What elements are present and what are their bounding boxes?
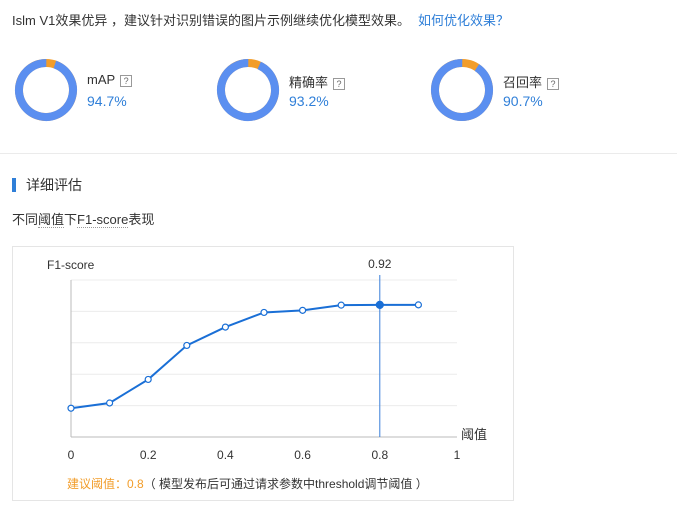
divider xyxy=(0,153,677,154)
x-tick-label: 1 xyxy=(454,448,461,462)
metric-precision-name: 精确率? xyxy=(289,72,346,91)
ring-value-arc xyxy=(431,58,493,121)
f1-line-chart[interactable]: F1-score 阈值 0 0.2 0.4 0.6 0.8 1 0.92 xyxy=(13,247,513,500)
map-ring-chart xyxy=(14,59,77,121)
f1-data-point xyxy=(67,404,75,412)
f1-data-point xyxy=(337,301,345,309)
suggested-threshold-value: 建议阈值：0.8 xyxy=(67,477,144,491)
f1-chart-panel: F1-score 阈值 0 0.2 0.4 0.6 0.8 1 0.92 建议阈值：0.8（ 模… xyxy=(12,246,514,501)
suggested-threshold-note: （ 模型发布后可通过请求参数中threshold调节阈值 ） xyxy=(143,477,428,491)
f1-data-point xyxy=(260,308,268,317)
y-axis-label: F1-score xyxy=(47,258,95,272)
precision-ring-chart xyxy=(217,59,279,121)
chart-subtitle: 不同阈值下F1-score表现 xyxy=(12,212,155,228)
f1-term: F1-score xyxy=(77,212,129,228)
x-tick-label: 0 xyxy=(68,448,75,462)
ring-value-arc xyxy=(217,59,279,121)
metric-precision-value: 93.2% xyxy=(289,93,329,109)
help-icon[interactable]: ? xyxy=(547,78,560,90)
x-tick-label: 0.6 xyxy=(294,448,311,462)
help-icon[interactable]: ? xyxy=(333,78,346,90)
section-accent-bar xyxy=(12,178,16,192)
headline-text: Islm V1效果优异 ，建议针对识别错误的图片示例继续优化模型效果。 xyxy=(12,13,410,28)
f1-series-line xyxy=(70,303,419,410)
f1-data-point xyxy=(375,300,384,309)
f1-data-point xyxy=(105,399,114,407)
ring-value-arc xyxy=(14,59,77,121)
section-title: 详细评估 xyxy=(12,175,82,195)
recall-ring-chart xyxy=(431,58,493,121)
x-tick-label: 0.4 xyxy=(217,448,234,462)
x-axis-label: 阈值 xyxy=(461,427,487,442)
f1-data-point xyxy=(299,306,307,314)
x-tick-label: 0.8 xyxy=(371,448,388,462)
f1-data-point xyxy=(414,301,422,309)
f1-data-point xyxy=(144,375,152,384)
x-tick-label: 0.2 xyxy=(140,448,157,462)
highlight-label: 0.92 xyxy=(368,257,392,271)
help-icon[interactable]: ? xyxy=(120,75,133,87)
optimize-help-link[interactable]: 如何优化效果？ xyxy=(418,13,509,28)
f1-data-point xyxy=(183,341,191,350)
suggested-threshold: 建议阈值：0.8（ 模型发布后可通过请求参数中threshold调节阈值 ） xyxy=(67,475,428,492)
metric-map-name: mAP? xyxy=(87,72,133,87)
threshold-term: 阈值 xyxy=(38,212,65,228)
headline: Islm V1效果优异 ，建议针对识别错误的图片示例继续优化模型效果。 如何优化效… xyxy=(12,10,509,29)
f1-data-point xyxy=(221,323,229,331)
metric-recall-value: 90.7% xyxy=(503,93,543,109)
metric-map-value: 94.7% xyxy=(87,93,127,109)
metric-recall-name: 召回率? xyxy=(503,72,560,91)
